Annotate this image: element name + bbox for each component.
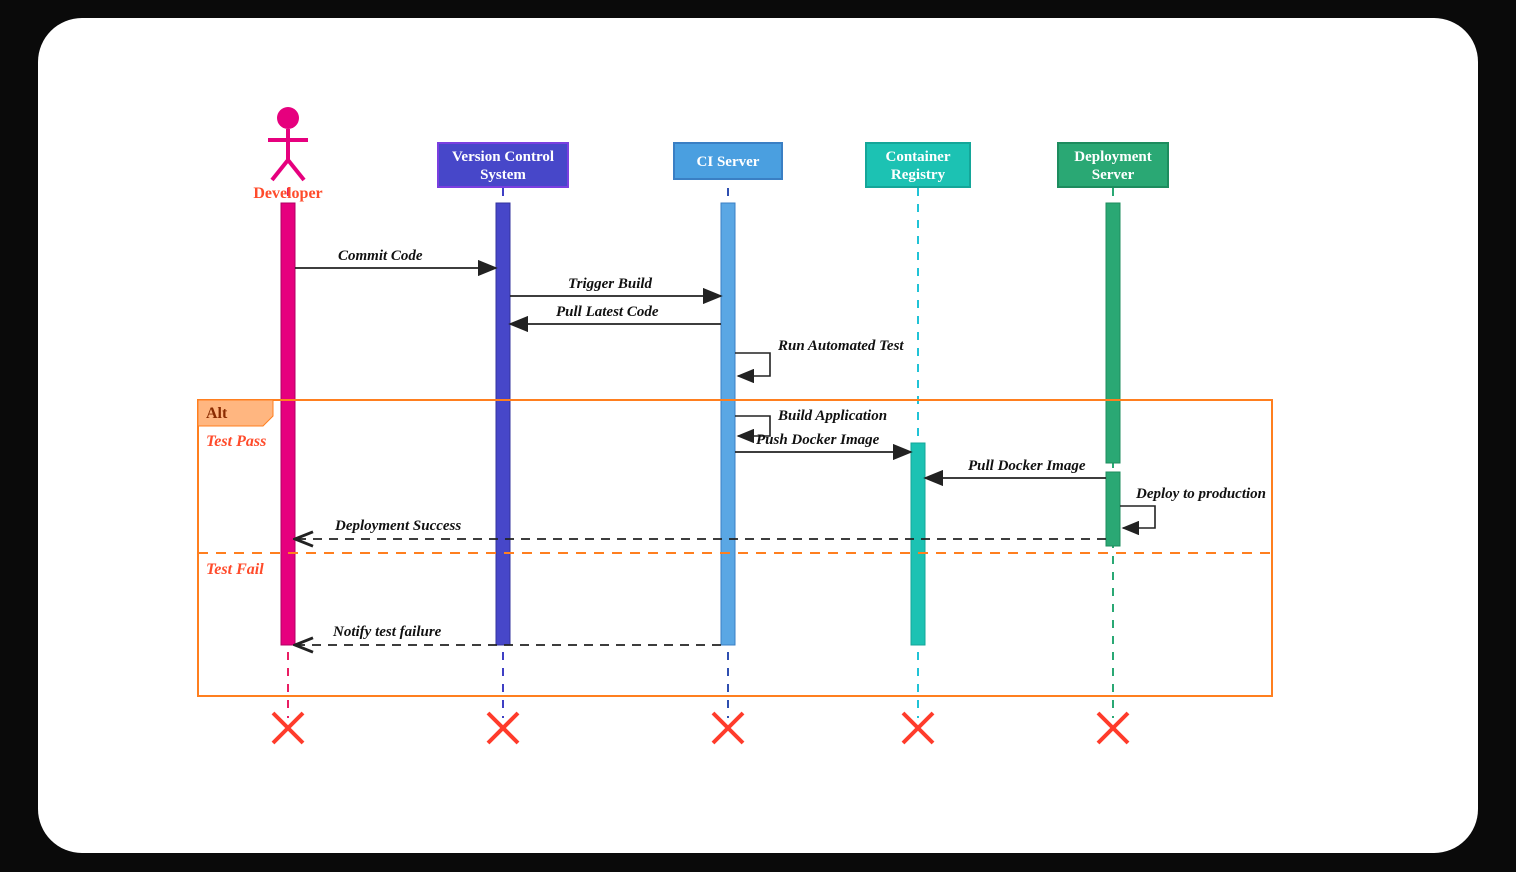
deploy-label-1: Deployment	[1074, 149, 1152, 165]
alt-title: Alt	[206, 405, 228, 422]
deploy-header: Deployment Server	[1058, 143, 1168, 187]
registry-label-1: Container	[886, 149, 951, 165]
developer-label: Developer	[253, 185, 322, 202]
msg-pullcode: Pull Latest Code	[556, 304, 659, 320]
sequence-diagram: Developer Version Control System CI Serv…	[38, 18, 1478, 853]
ci-activation	[721, 203, 735, 645]
registry-header: Container Registry	[866, 143, 970, 187]
msg-success: Deployment Success	[334, 518, 461, 534]
vcs-label-2: System	[480, 167, 526, 183]
msg-runtest-arrow	[735, 353, 770, 376]
diagram-card: Developer Version Control System CI Serv…	[38, 18, 1478, 853]
deploy-label-2: Server	[1092, 167, 1135, 183]
developer-activation	[281, 203, 295, 645]
msg-deploy-arrow	[1120, 506, 1155, 528]
alt-case-fail: Test Fail	[206, 561, 264, 578]
msg-trigger: Trigger Build	[568, 276, 653, 292]
ci-header: CI Server	[674, 143, 782, 179]
alt-case-pass: Test Pass	[206, 433, 266, 450]
registry-label-2: Registry	[891, 167, 946, 183]
msg-deploy: Deploy to production	[1135, 486, 1266, 502]
msg-failnote: Notify test failure	[332, 624, 442, 640]
vcs-header: Version Control System	[438, 143, 568, 187]
msg-buildapp: Build Application	[777, 408, 887, 424]
vcs-activation	[496, 203, 510, 645]
msg-runtest: Run Automated Test	[777, 338, 904, 354]
msg-commit: Commit Code	[338, 248, 423, 264]
deploy-activation-1	[1106, 203, 1120, 463]
msg-pushimg: Push Docker Image	[756, 432, 880, 448]
deploy-activation-2	[1106, 472, 1120, 546]
developer-actor: Developer	[253, 107, 322, 202]
msg-pullimg: Pull Docker Image	[968, 458, 1086, 474]
terminators	[273, 713, 1128, 743]
ci-label: CI Server	[697, 154, 760, 170]
vcs-label-1: Version Control	[452, 149, 554, 165]
registry-activation	[911, 443, 925, 645]
